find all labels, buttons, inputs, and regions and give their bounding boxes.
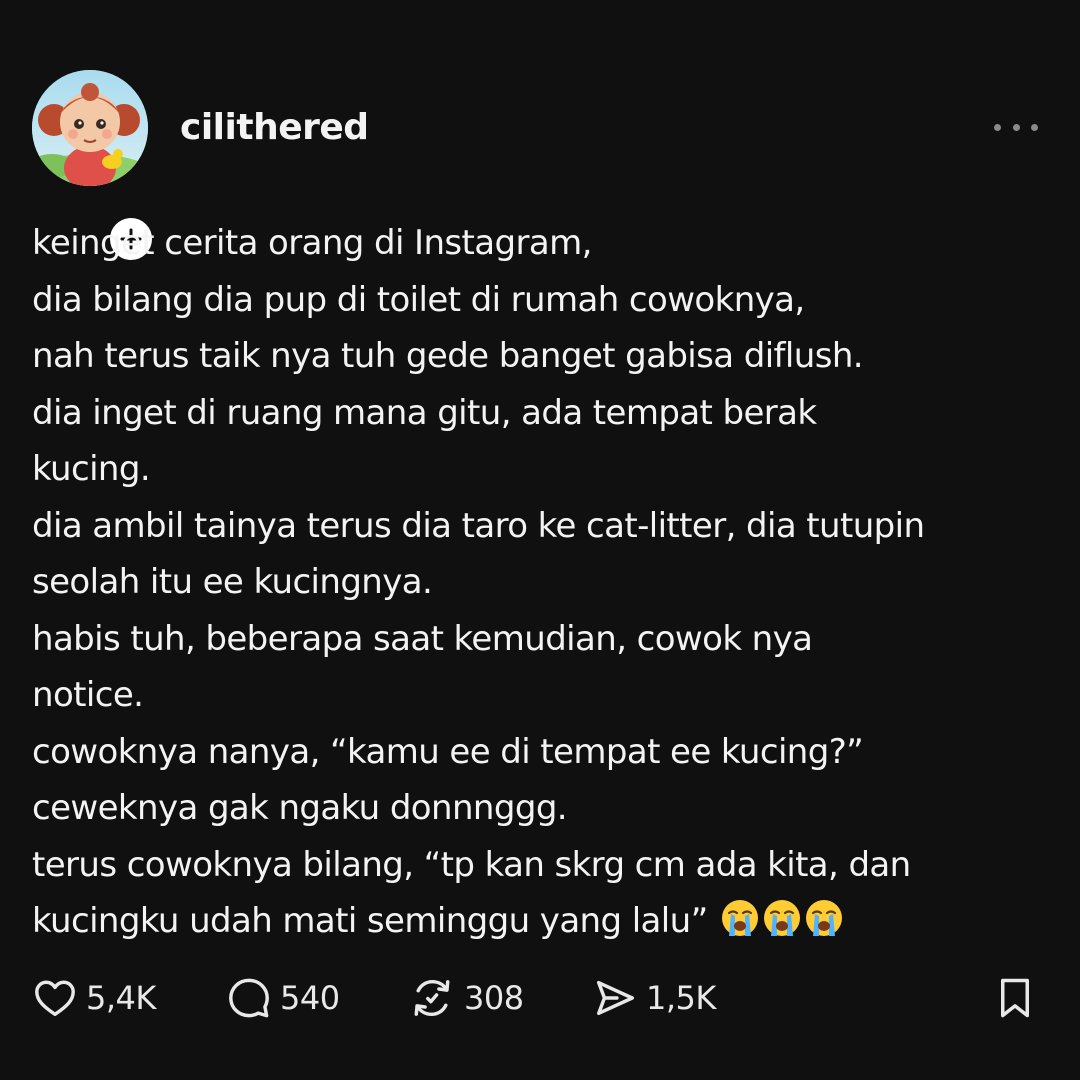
repost-button[interactable]: 308 (408, 970, 524, 1026)
loudly-crying-face-emoji (805, 900, 842, 936)
bookmark-icon (1001, 978, 1029, 1018)
more-horizontal-icon (994, 123, 1001, 131)
send-icon (596, 980, 634, 1016)
post-text-last-words: kucingku udah mati seminggu yang lalu” (32, 901, 718, 941)
post-text-line: nah terus taik nya tuh gede banget gabis… (32, 336, 864, 376)
author-username[interactable]: cilithered (180, 106, 369, 150)
post-text-line: keinget cerita orang di Instagram, (32, 223, 592, 263)
post-text-line: notice. (32, 675, 144, 715)
post-text-line-last: kucingku udah mati seminggu yang lalu” (32, 893, 1062, 950)
like-count: 5,4K (86, 979, 156, 1017)
post-text-line: dia inget di ruang mana gitu, ada tempat… (32, 392, 817, 433)
post-text-line: kucing. (32, 449, 151, 489)
post-text-line: dia ambil tainya terus dia taro ke cat-l… (32, 505, 925, 546)
post-text-line: terus cowoknya bilang, “tp kan skrg cm a… (32, 844, 911, 885)
post-card: cilithered keinget cerita orang di Insta… (0, 0, 1080, 1080)
post-body: keinget cerita orang di Instagram, dia b… (32, 215, 1062, 950)
more-dot (1031, 123, 1038, 131)
post-text-line: cowoknya nanya, “kamu ee di tempat ee ku… (32, 731, 864, 772)
like-button[interactable]: 5,4K (32, 970, 156, 1026)
post-action-bar: 5,4K 540 308 1,5K (0, 970, 1080, 1026)
save-button[interactable] (994, 970, 1036, 1026)
more-dot (1012, 123, 1020, 131)
avatar-image (32, 70, 148, 186)
author-avatar[interactable] (32, 70, 156, 264)
post-text-line: dia bilang dia pup di toilet di rumah co… (32, 279, 805, 320)
repost-count: 308 (464, 979, 524, 1017)
loudly-crying-face-emoji (763, 900, 800, 936)
more-options-button[interactable] (994, 112, 1038, 142)
post-text-line: habis tuh, beberapa saat kemudian, cowok… (32, 618, 813, 659)
post-text-line: ceweknya gak ngaku donnnggg. (32, 788, 568, 828)
reply-count: 540 (280, 979, 340, 1017)
heart-icon (35, 980, 75, 1017)
reply-button[interactable]: 540 (226, 970, 340, 1026)
speech-bubble-icon (229, 978, 269, 1018)
post-text-line: seolah itu ee kucingnya. (32, 562, 433, 602)
repost-icon (414, 979, 450, 1017)
share-count: 1,5K (646, 979, 716, 1017)
loudly-crying-face-emoji (721, 900, 758, 936)
share-button[interactable]: 1,5K (592, 970, 716, 1026)
